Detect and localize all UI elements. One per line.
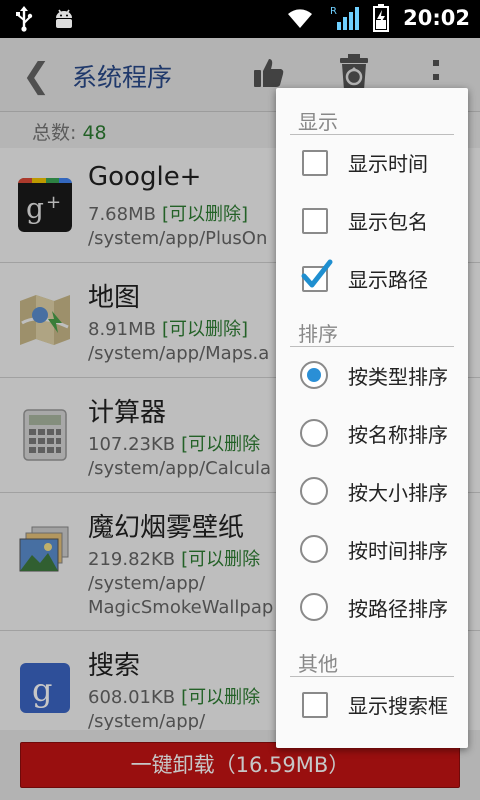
sort-by-type-label: 按类型排序 bbox=[348, 365, 448, 389]
show-time-label: 显示时间 bbox=[348, 152, 428, 176]
show-search-label: 显示搜索框 bbox=[348, 694, 448, 718]
menu-item-sort-by-type[interactable]: 按类型排序 bbox=[276, 347, 468, 405]
menu-item-show-package[interactable]: 显示包名 bbox=[276, 192, 468, 250]
wifi-icon bbox=[288, 9, 313, 28]
sort-by-name-label: 按名称排序 bbox=[348, 423, 448, 447]
show-path-label: 显示路径 bbox=[348, 268, 428, 292]
signal-label: R bbox=[330, 6, 337, 17]
show-search-checkbox[interactable] bbox=[302, 692, 328, 718]
menu-item-sort-by-name[interactable]: 按名称排序 bbox=[276, 405, 468, 463]
menu-item-show-search[interactable]: 显示搜索框 bbox=[276, 676, 468, 734]
section-other-header: 其他 bbox=[298, 652, 338, 676]
show-time-checkbox[interactable] bbox=[302, 150, 328, 176]
show-package-checkbox[interactable] bbox=[302, 208, 328, 234]
signal-icon: R bbox=[330, 6, 360, 30]
menu-item-sort-by-path[interactable]: 按路径排序 bbox=[276, 579, 468, 637]
sort-by-path-label: 按路径排序 bbox=[348, 597, 448, 621]
sort-by-path-radio[interactable] bbox=[300, 593, 328, 621]
menu-item-sort-by-time[interactable]: 按时间排序 bbox=[276, 521, 468, 579]
sort-by-type-radio[interactable] bbox=[300, 361, 328, 389]
sort-by-size-label: 按大小排序 bbox=[348, 481, 448, 505]
options-menu: 显示 显示时间 显示包名 显示路径 排序 按类型排序 按名称排序 按大小排序 按… bbox=[276, 88, 468, 748]
menu-item-show-time[interactable]: 显示时间 bbox=[276, 134, 468, 192]
status-bar: R 20:02 bbox=[0, 0, 480, 38]
sort-by-time-label: 按时间排序 bbox=[348, 539, 448, 563]
battery-charging-icon bbox=[373, 4, 390, 32]
clock: 20:02 bbox=[403, 6, 470, 30]
check-icon bbox=[301, 259, 333, 288]
menu-item-show-path[interactable]: 显示路径 bbox=[276, 250, 468, 308]
sort-by-size-radio[interactable] bbox=[300, 477, 328, 505]
menu-item-sort-by-size[interactable]: 按大小排序 bbox=[276, 463, 468, 521]
android-debug-icon bbox=[56, 9, 72, 28]
sort-by-name-radio[interactable] bbox=[300, 419, 328, 447]
show-package-label: 显示包名 bbox=[348, 210, 428, 234]
section-display-header: 显示 bbox=[298, 110, 338, 134]
section-sort-header: 排序 bbox=[298, 322, 338, 346]
sort-by-time-radio[interactable] bbox=[300, 535, 328, 563]
usb-icon bbox=[16, 6, 33, 32]
